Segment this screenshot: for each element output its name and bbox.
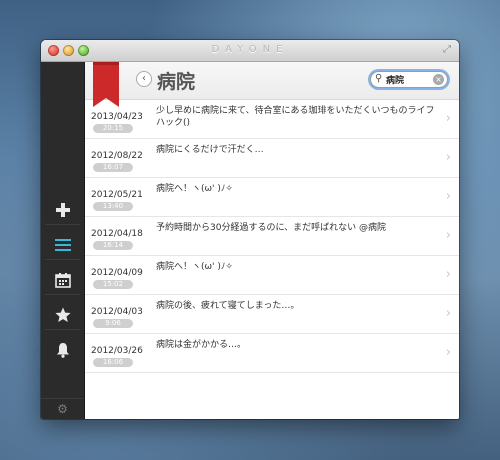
- main-panel: ‹ 病院 ⚲ 病院 × 2013/04/23 20:15 少し早めに病院に来て、…: [85, 62, 459, 419]
- chevron-right-icon: ›: [445, 345, 451, 360]
- window-title: DAYONE: [211, 44, 289, 55]
- back-button[interactable]: ‹: [136, 71, 152, 87]
- list-item[interactable]: 2012/04/18 16:14 予約時間から30分経過するのに、まだ呼ばれない…: [85, 217, 459, 256]
- list-item[interactable]: 2012/05/21 13:40 病院へ！ヽ(ω' )ﾉ✧ ›: [85, 178, 459, 217]
- entry-time: 15:02: [93, 280, 133, 289]
- chevron-left-icon: ‹: [142, 73, 146, 84]
- entry-text: 病院へ！ヽ(ω' )ﾉ✧: [156, 262, 233, 272]
- entry-date: 2012/04/09: [91, 268, 143, 278]
- header-bar: ‹ 病院 ⚲ 病院 ×: [85, 62, 459, 107]
- entry-date: 2013/04/23: [91, 112, 143, 122]
- star-icon: [54, 307, 71, 322]
- settings-button[interactable]: ⚙: [41, 398, 84, 419]
- sidebar-divider: [45, 294, 80, 295]
- reminders-button[interactable]: [41, 336, 84, 364]
- chevron-right-icon: ›: [445, 111, 451, 126]
- sidebar: ⚙: [41, 62, 85, 419]
- chevron-right-icon: ›: [445, 306, 451, 321]
- entry-text: 病院にくるだけで汗だく…: [156, 145, 264, 155]
- gear-icon: ⚙: [57, 402, 68, 416]
- entry-text: 病院へ！ヽ(ω' )ﾉ✧: [156, 184, 233, 194]
- list-item[interactable]: 2012/03/26 16:06 病院は金がかかる…。 ›: [85, 334, 459, 373]
- search-icon: ⚲: [375, 73, 383, 84]
- entry-time: 20:15: [93, 124, 133, 133]
- bookmark-icon: [93, 62, 119, 107]
- page-title: 病院: [157, 71, 196, 93]
- sidebar-divider: [45, 224, 80, 225]
- entry-list: 2013/04/23 20:15 少し早めに病院に来て、待合室にある珈琲をいただ…: [85, 100, 459, 419]
- entry-time: 13:40: [93, 202, 133, 211]
- starred-view-button[interactable]: [41, 301, 84, 329]
- entry-time: 16:07: [93, 163, 133, 172]
- calendar-icon: [54, 272, 71, 288]
- chevron-right-icon: ›: [445, 189, 451, 204]
- list-view-button[interactable]: [41, 231, 84, 259]
- chevron-right-icon: ›: [445, 267, 451, 282]
- entry-text: 病院は金がかかる…。: [156, 340, 247, 350]
- add-entry-button[interactable]: [41, 196, 84, 224]
- list-item[interactable]: 2012/08/22 16:07 病院にくるだけで汗だく… ›: [85, 139, 459, 178]
- entry-text: 予約時間から30分経過するのに、まだ呼ばれない @病院: [156, 223, 387, 233]
- sidebar-divider: [45, 329, 80, 330]
- entry-date: 2012/05/21: [91, 190, 143, 200]
- calendar-view-button[interactable]: [41, 266, 84, 294]
- entry-text: 病院の後、疲れて寝てしまった…。: [156, 301, 300, 311]
- search-input-value[interactable]: 病院: [386, 73, 404, 86]
- list-icon: [54, 239, 71, 251]
- fullscreen-icon[interactable]: ⤢: [443, 45, 453, 55]
- list-item[interactable]: 2012/04/03 9:06 病院の後、疲れて寝てしまった…。 ›: [85, 295, 459, 334]
- bell-icon: [56, 343, 69, 358]
- clear-icon[interactable]: ×: [433, 74, 444, 85]
- chevron-right-icon: ›: [445, 150, 451, 165]
- entry-date: 2012/08/22: [91, 151, 143, 161]
- entry-time: 9:06: [93, 319, 133, 328]
- entry-time: 16:06: [93, 358, 133, 367]
- app-window: DAYONE ⤢ ⚙ ‹ 病院 ⚲ 病院 × 2013/04/23 20:15 …: [41, 40, 459, 419]
- entry-date: 2012/03/26: [91, 346, 143, 356]
- chevron-right-icon: ›: [445, 228, 451, 243]
- search-field[interactable]: ⚲ 病院 ×: [370, 71, 448, 88]
- entry-date: 2012/04/18: [91, 229, 143, 239]
- sidebar-divider: [45, 259, 80, 260]
- entry-time: 16:14: [93, 241, 133, 250]
- plus-icon: [55, 203, 70, 217]
- list-item[interactable]: 2013/04/23 20:15 少し早めに病院に来て、待合室にある珈琲をいただ…: [85, 100, 459, 139]
- entry-date: 2012/04/03: [91, 307, 143, 317]
- entry-text: 少し早めに病院に来て、待合室にある珈琲をいただくいつものライフハック(): [156, 106, 435, 128]
- list-item[interactable]: 2012/04/09 15:02 病院へ！ヽ(ω' )ﾉ✧ ›: [85, 256, 459, 295]
- title-bar: DAYONE ⤢: [41, 40, 459, 62]
